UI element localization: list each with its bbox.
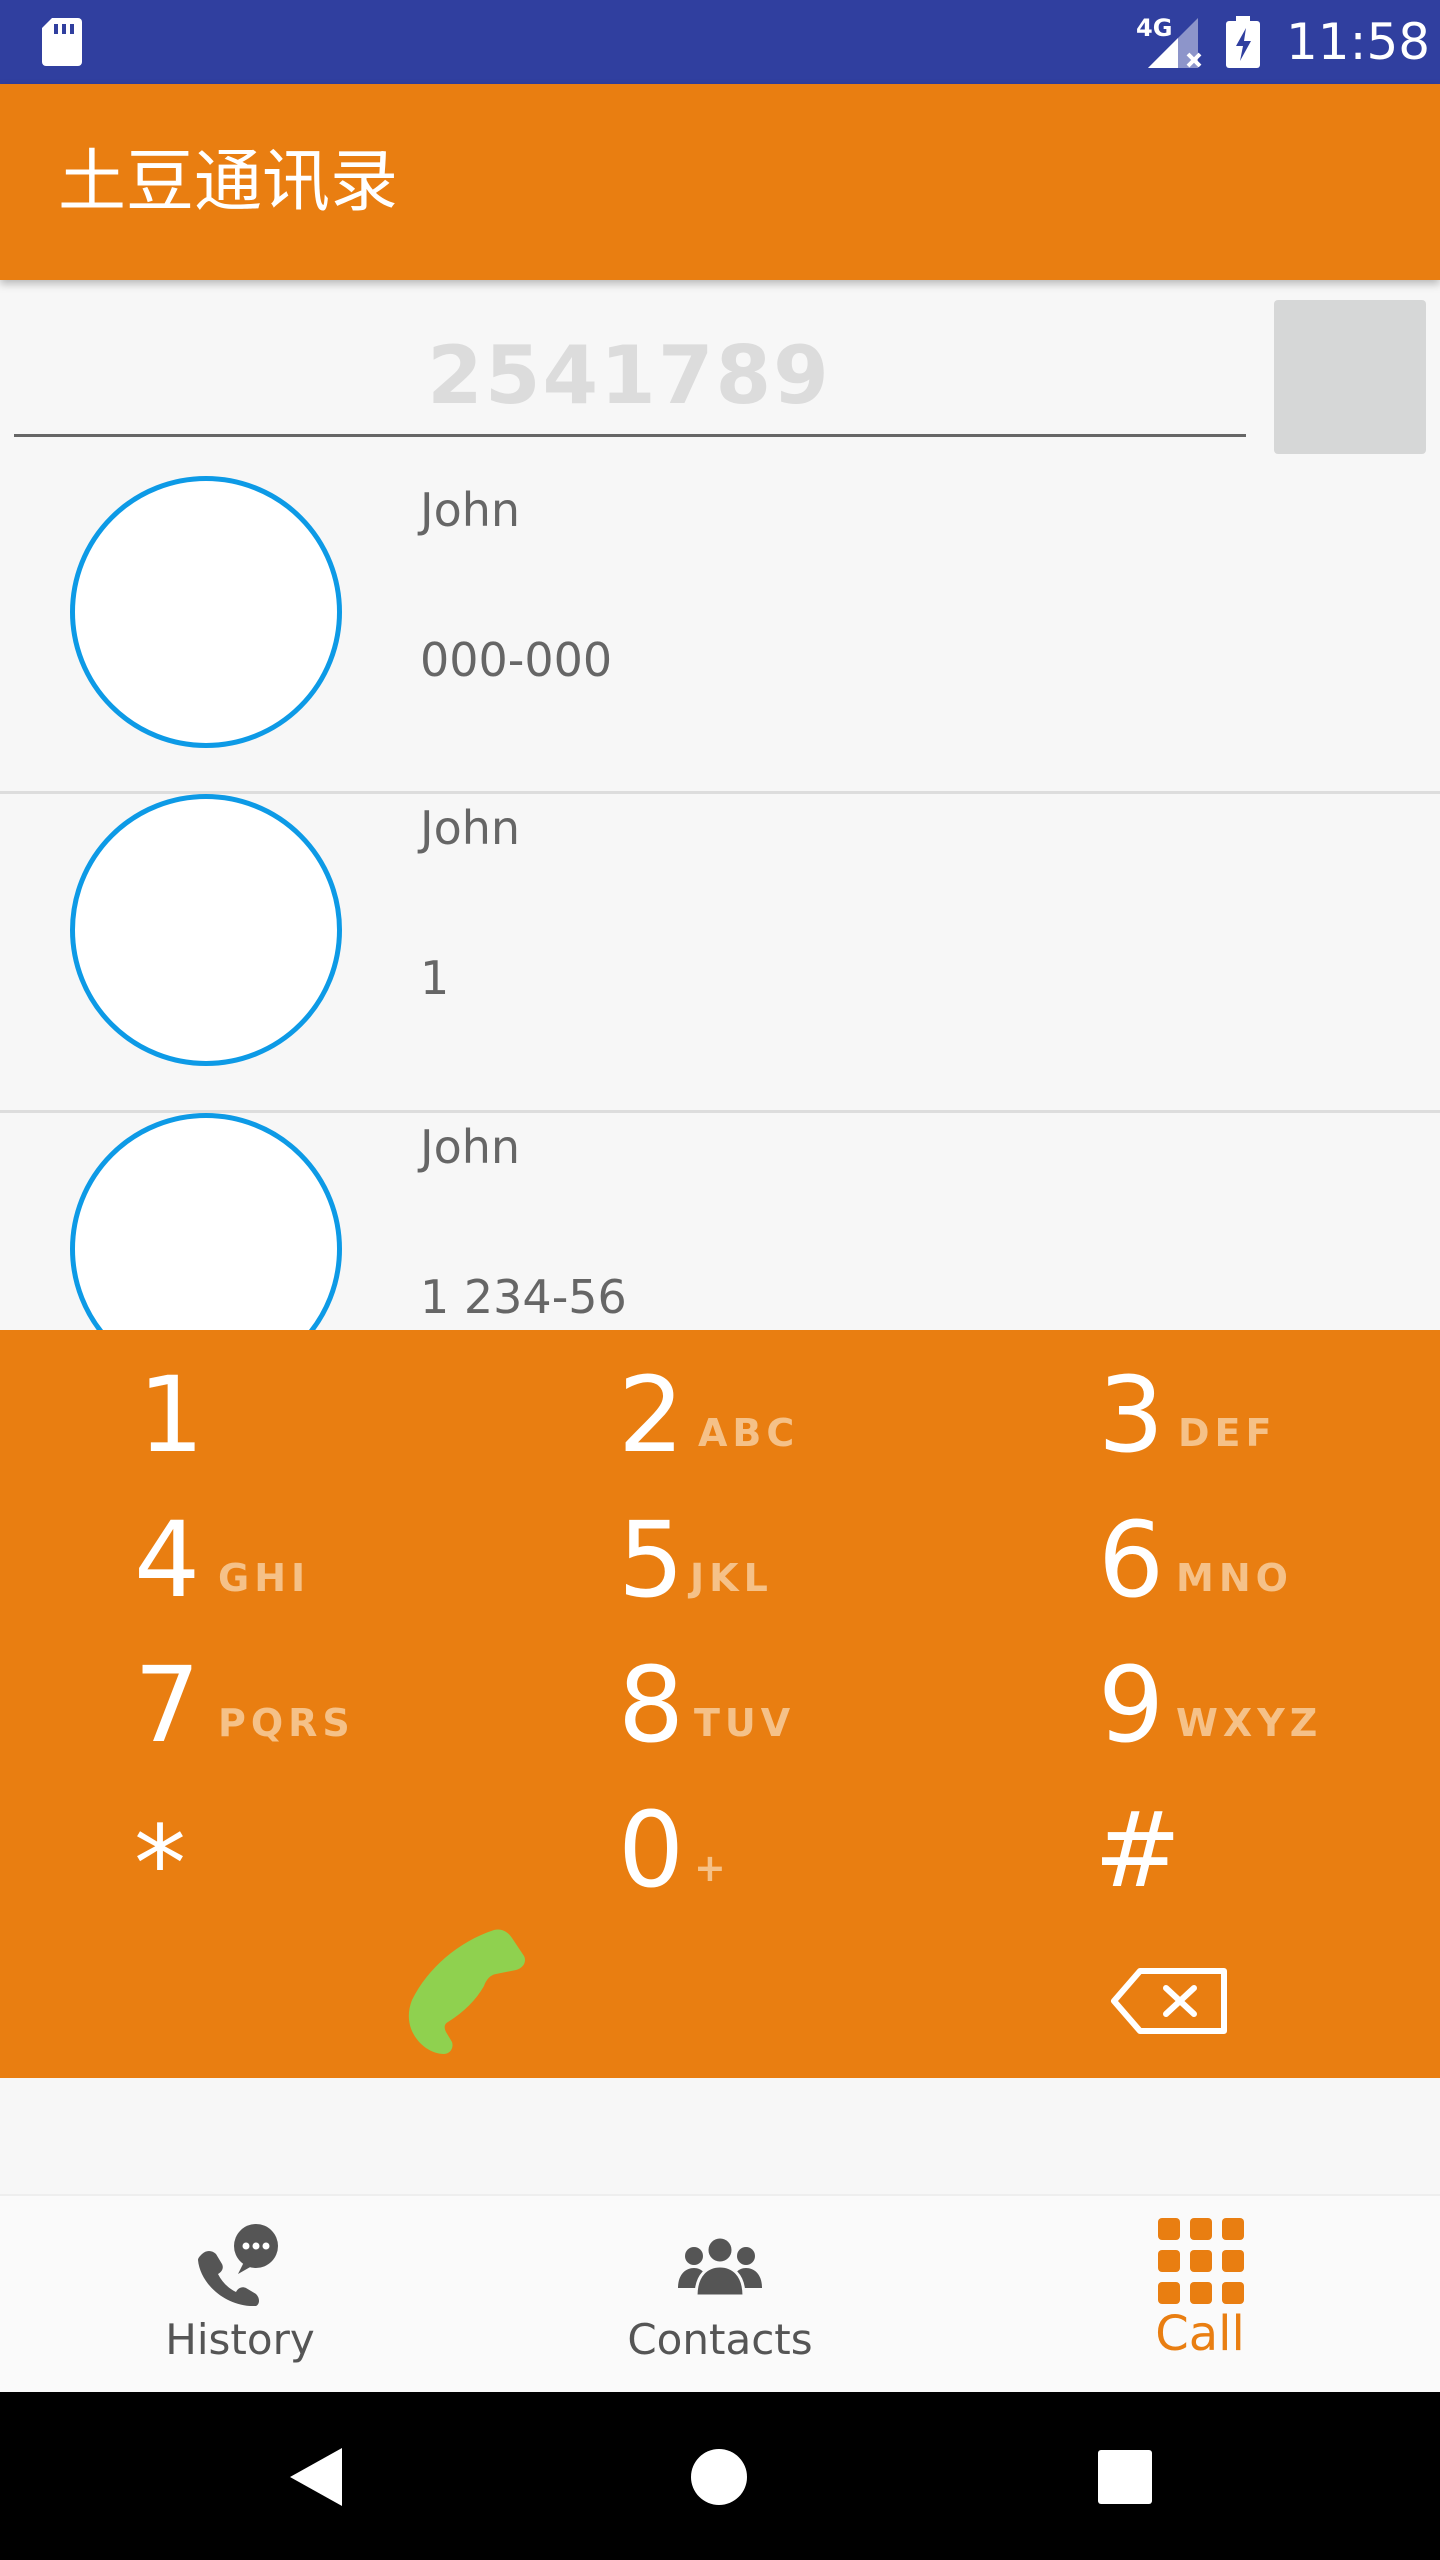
backspace-button[interactable] [1110,1966,1230,2036]
input-underline [14,434,1246,437]
clock: 11:58 [1286,13,1431,71]
key-3[interactable]: 3 DEF [1098,1350,1440,1480]
signal-strength-icon [1148,18,1202,68]
key-digit: 0 [618,1789,685,1911]
contact-row[interactable]: John 1 234-56 [0,1113,1440,1330]
key-6[interactable]: 6 MNO [1098,1495,1440,1625]
key-digit: 1 [138,1354,205,1476]
nav-history[interactable]: History [90,2194,390,2392]
sd-card-icon [42,18,82,66]
key-letters: GHI [218,1556,311,1600]
group-icon [678,2235,762,2298]
key-digit: 8 [618,1644,685,1766]
nav-history-label: History [165,2315,315,2364]
key-9[interactable]: 9 WXYZ [1098,1640,1440,1770]
contact-row[interactable]: John 000-000 [0,460,1440,778]
dial-action-button[interactable] [1274,300,1426,454]
key-0[interactable]: 0 + [618,1785,1018,1915]
backspace-icon [1111,1968,1227,2034]
call-button[interactable] [390,1920,530,2060]
key-letters: DEF [1178,1411,1277,1455]
key-hash[interactable]: # [1094,1785,1440,1915]
key-letters: JKL [690,1556,773,1600]
phone-chat-icon [198,2224,278,2306]
key-letters: + [694,1846,731,1890]
contact-row[interactable]: John 1 [0,794,1440,1112]
key-digit: 3 [1098,1354,1165,1476]
dialed-number-field[interactable]: 2541789 [14,316,1244,436]
home-icon[interactable] [690,2448,748,2506]
phone-handset-icon [408,1929,526,2054]
key-letters: PQRS [218,1701,355,1745]
key-digit: 4 [134,1499,201,1621]
contact-name: John [420,801,521,855]
key-digit: 9 [1098,1644,1165,1766]
contact-name: John [420,1120,521,1174]
battery-charging-icon [1226,16,1260,68]
key-2[interactable]: 2 ABC [618,1350,1018,1480]
key-digit: 7 [134,1644,201,1766]
dialpad-grid-icon [1158,2218,1244,2304]
recents-icon[interactable] [1098,2450,1152,2504]
contact-list[interactable]: John 000-000 John 1 John 1 234-56 [0,460,1440,1330]
key-1[interactable]: 1 [138,1350,538,1480]
key-digit: 5 [618,1499,685,1621]
avatar [70,794,342,1066]
key-letters: WXYZ [1176,1701,1323,1745]
nav-call[interactable]: Call [1050,2194,1350,2392]
contact-phone: 1 234-56 [420,1270,627,1324]
contact-name: John [420,483,521,537]
nav-call-label: Call [1155,2306,1245,2362]
key-digit: * [134,1803,186,1925]
key-star[interactable]: * [134,1785,534,1925]
nav-contacts-label: Contacts [627,2315,813,2364]
key-8[interactable]: 8 TUV [618,1640,1018,1770]
key-letters: MNO [1176,1556,1293,1600]
key-letters: TUV [694,1701,796,1745]
back-icon[interactable] [286,2446,344,2508]
app-title: 土豆通讯录 [58,143,399,222]
key-digit: 2 [618,1354,685,1476]
key-5[interactable]: 5 JKL [618,1495,1018,1625]
status-bar [0,0,1440,84]
nav-contacts[interactable]: Contacts [570,2194,870,2392]
contact-phone: 1 [420,951,450,1005]
key-digit: # [1094,1789,1182,1911]
avatar [70,476,342,748]
avatar [70,1113,342,1330]
key-digit: 6 [1098,1499,1165,1621]
key-4[interactable]: 4 GHI [134,1495,534,1625]
key-7[interactable]: 7 PQRS [134,1640,534,1770]
contact-phone: 000-000 [420,633,613,687]
key-letters: ABC [698,1411,800,1455]
